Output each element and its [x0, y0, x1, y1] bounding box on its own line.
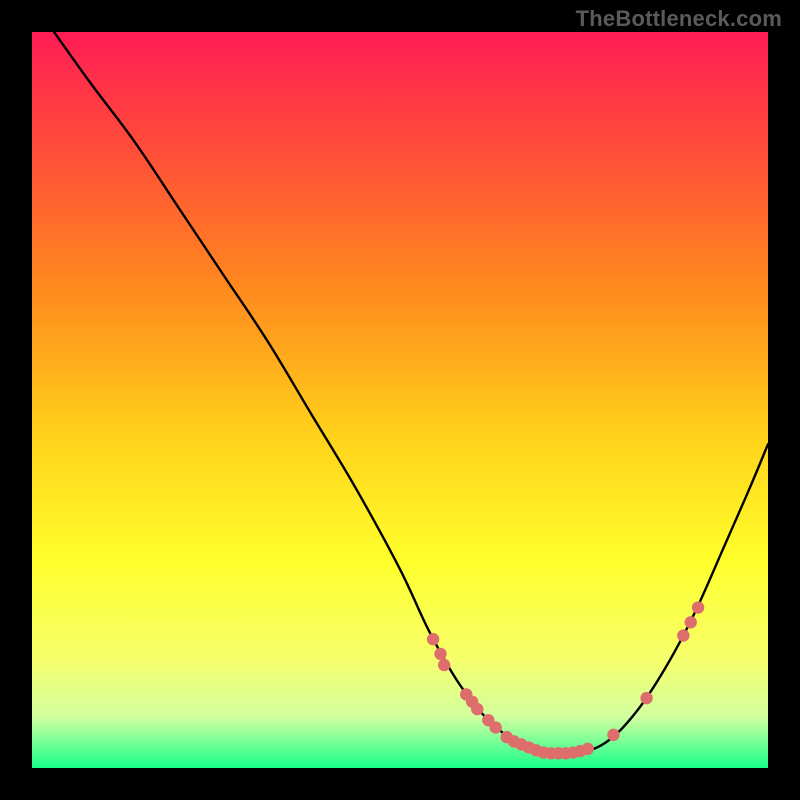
chart-frame: TheBottleneck.com: [0, 0, 800, 800]
marker-dot: [640, 692, 652, 704]
marker-dot: [471, 703, 483, 715]
plot-background: [32, 32, 768, 768]
marker-dot: [427, 633, 439, 645]
marker-dot: [438, 659, 450, 671]
marker-dot: [677, 629, 689, 641]
watermark-text: TheBottleneck.com: [576, 6, 782, 32]
marker-dot: [685, 616, 697, 628]
chart-svg: [0, 0, 800, 800]
marker-dot: [489, 721, 501, 733]
marker-dot: [692, 601, 704, 613]
marker-dot: [581, 743, 593, 755]
marker-dot: [434, 648, 446, 660]
marker-dot: [607, 729, 619, 741]
